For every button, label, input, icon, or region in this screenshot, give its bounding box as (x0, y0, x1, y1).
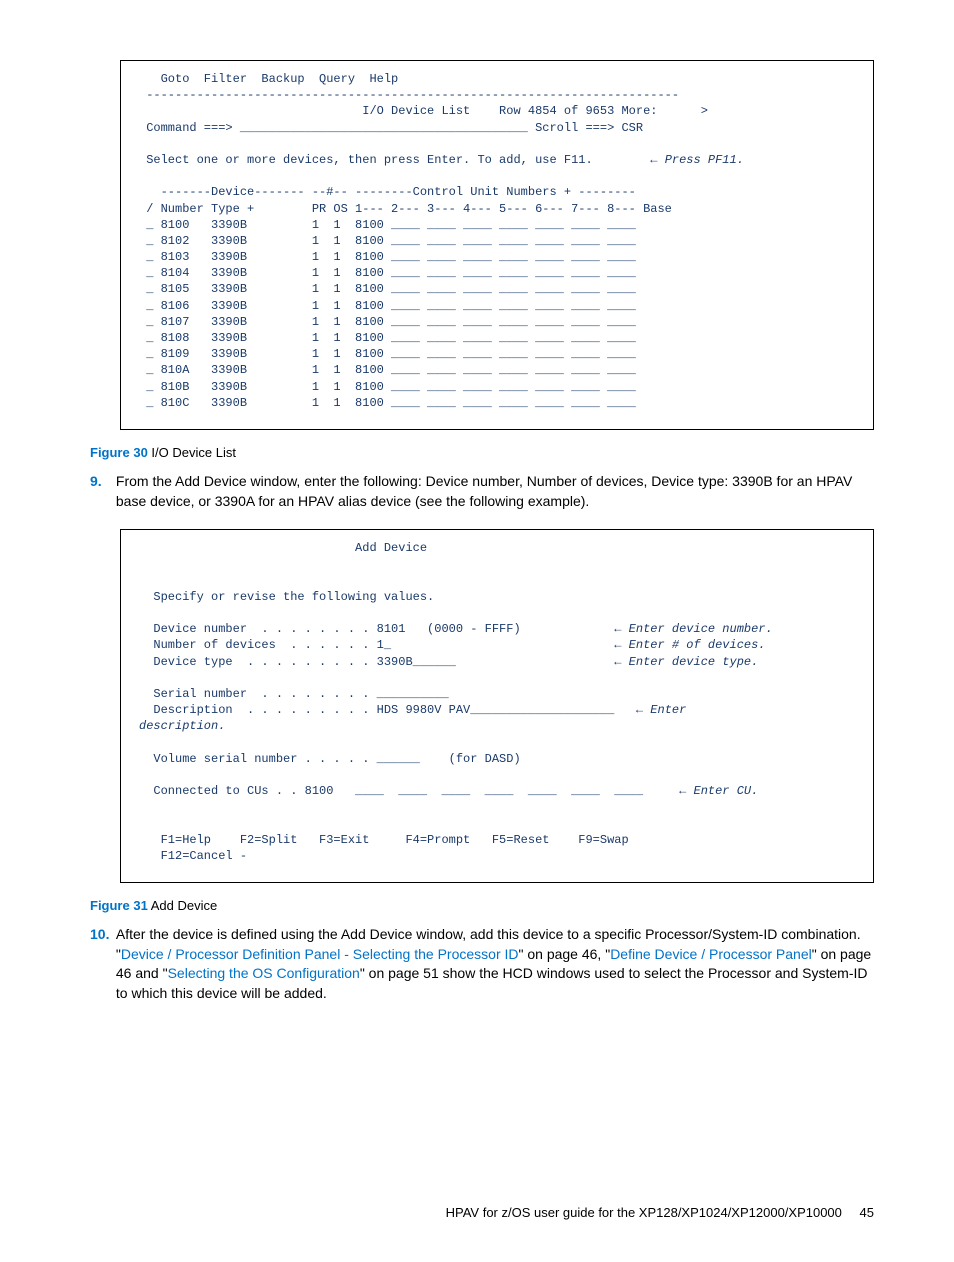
table-row: _ 8102 3390B 1 1 8100 ____ ____ ____ ___… (139, 234, 636, 248)
table-row: _ 810A 3390B 1 1 8100 ____ ____ ____ ___… (139, 363, 636, 377)
table-row: _ 810C 3390B 1 1 8100 ____ ____ ____ ___… (139, 396, 636, 410)
figure-label: Figure 31 (90, 898, 148, 913)
header-line-1: -------Device------- --#-- --------Contr… (139, 185, 636, 199)
title-line: I/O Device List Row 4854 of 9653 More: > (139, 104, 708, 118)
fkeys-line-2: F12=Cancel - (139, 849, 247, 863)
step-text: After the device is defined using the Ad… (116, 925, 872, 1003)
figure-label: Figure 30 (90, 445, 148, 460)
title-line: Add Device (139, 541, 427, 555)
step-9: 9. From the Add Device window, enter the… (90, 472, 874, 511)
page-number: 45 (860, 1204, 874, 1222)
device-type-line: Device type . . . . . . . . . 3390B_____… (139, 655, 614, 669)
description-line: Description . . . . . . . . . HDS 9980V … (139, 703, 636, 717)
volume-serial-line: Volume serial number . . . . . ______ (f… (139, 752, 521, 766)
link-processor-definition[interactable]: Device / Processor Definition Panel - Se… (121, 946, 519, 962)
page-footer: HPAV for z/OS user guide for the XP128/X… (90, 1204, 874, 1222)
step-number: 10. (90, 925, 112, 945)
figure-30-caption: Figure 30 I/O Device List (90, 444, 874, 462)
step-number: 9. (90, 472, 112, 492)
device-number-hint: ← Enter device number. (614, 622, 772, 636)
command-line: Command ===> ___________________________… (139, 121, 643, 135)
table-row: _ 8104 3390B 1 1 8100 ____ ____ ____ ___… (139, 266, 636, 280)
number-devices-hint: ← Enter # of devices. (614, 638, 765, 652)
menu-line: Goto Filter Backup Query Help (139, 72, 398, 86)
table-row: _ 8105 3390B 1 1 8100 ____ ____ ____ ___… (139, 282, 636, 296)
link-select-os-config[interactable]: Selecting the OS Configuration (168, 965, 360, 981)
device-number-line: Device number . . . . . . . . 8101 (0000… (139, 622, 614, 636)
fkeys-line-1: F1=Help F2=Split F3=Exit F4=Prompt F5=Re… (139, 833, 629, 847)
step-10: 10. After the device is defined using th… (90, 925, 874, 1003)
description-hint: ← Enter (636, 703, 686, 717)
header-line-2: / Number Type + PR OS 1--- 2--- 3--- 4--… (139, 202, 672, 216)
link-define-device-processor[interactable]: Define Device / Processor Panel (610, 946, 812, 962)
table-row: _ 810B 3390B 1 1 8100 ____ ____ ____ ___… (139, 380, 636, 394)
table-row: _ 8103 3390B 1 1 8100 ____ ____ ____ ___… (139, 250, 636, 264)
serial-number-line: Serial number . . . . . . . . __________ (139, 687, 449, 701)
hr-line: ----------------------------------------… (139, 88, 679, 102)
specify-line: Specify or revise the following values. (139, 590, 434, 604)
connected-cus-hint: ← Enter CU. (679, 784, 758, 798)
description-cont: description. (139, 719, 225, 733)
table-row: _ 8106 3390B 1 1 8100 ____ ____ ____ ___… (139, 299, 636, 313)
figure-text: I/O Device List (151, 445, 236, 460)
table-row: _ 8109 3390B 1 1 8100 ____ ____ ____ ___… (139, 347, 636, 361)
figure-31-caption: Figure 31 Add Device (90, 897, 874, 915)
terminal-add-device: Add Device Specify or revise the followi… (120, 529, 874, 883)
press-pf11-hint: ← Press PF11. (650, 153, 744, 167)
number-devices-line: Number of devices . . . . . . 1_ (139, 638, 614, 652)
device-type-hint: ← Enter device type. (614, 655, 758, 669)
select-line: Select one or more devices, then press E… (139, 153, 650, 167)
table-row: _ 8100 3390B 1 1 8100 ____ ____ ____ ___… (139, 218, 636, 232)
connected-cus-line: Connected to CUs . . 8100 ____ ____ ____… (139, 784, 679, 798)
footer-text: HPAV for z/OS user guide for the XP128/X… (446, 1205, 842, 1220)
step-text: From the Add Device window, enter the fo… (116, 472, 872, 511)
table-row: _ 8107 3390B 1 1 8100 ____ ____ ____ ___… (139, 315, 636, 329)
figure-text: Add Device (151, 898, 217, 913)
terminal-io-device-list: Goto Filter Backup Query Help ----------… (120, 60, 874, 430)
table-row: _ 8108 3390B 1 1 8100 ____ ____ ____ ___… (139, 331, 636, 345)
